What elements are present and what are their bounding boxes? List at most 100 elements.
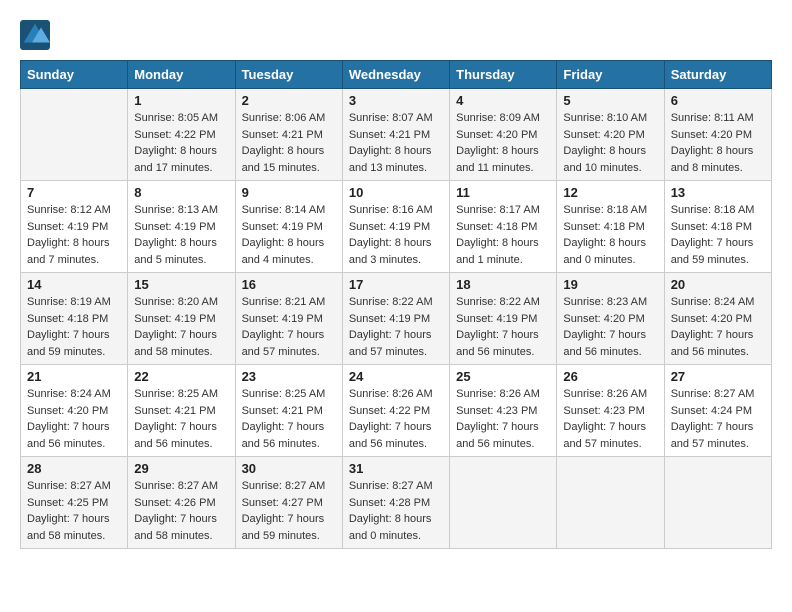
day-info: Sunrise: 8:25 AM Sunset: 4:21 PM Dayligh… <box>134 386 228 452</box>
weekday-tuesday: Tuesday <box>235 61 342 89</box>
day-number: 3 <box>349 93 443 108</box>
calendar-cell: 12 Sunrise: 8:18 AM Sunset: 4:18 PM Dayli… <box>557 181 664 273</box>
calendar-table: SundayMondayTuesdayWednesdayThursdayFrid… <box>20 60 772 549</box>
day-info: Sunrise: 8:18 AM Sunset: 4:18 PM Dayligh… <box>563 202 657 268</box>
calendar-cell: 18 Sunrise: 8:22 AM Sunset: 4:19 PM Dayli… <box>450 273 557 365</box>
calendar-cell: 28 Sunrise: 8:27 AM Sunset: 4:25 PM Dayli… <box>21 457 128 549</box>
day-number: 12 <box>563 185 657 200</box>
day-number: 24 <box>349 369 443 384</box>
day-info: Sunrise: 8:21 AM Sunset: 4:19 PM Dayligh… <box>242 294 336 360</box>
day-info: Sunrise: 8:10 AM Sunset: 4:20 PM Dayligh… <box>563 110 657 176</box>
day-number: 2 <box>242 93 336 108</box>
day-number: 6 <box>671 93 765 108</box>
calendar-cell: 5Sunrise: 8:10 AM Sunset: 4:20 PM Daylig… <box>557 89 664 181</box>
day-number: 10 <box>349 185 443 200</box>
calendar-cell: 30Sunrise: 8:27 AM Sunset: 4:27 PM Dayli… <box>235 457 342 549</box>
logo <box>20 20 54 50</box>
calendar-cell: 13 Sunrise: 8:18 AM Sunset: 4:18 PM Dayli… <box>664 181 771 273</box>
day-info: Sunrise: 8:23 AM Sunset: 4:20 PM Dayligh… <box>563 294 657 360</box>
calendar-cell: 6Sunrise: 8:11 AM Sunset: 4:20 PM Daylig… <box>664 89 771 181</box>
day-info: Sunrise: 8:07 AM Sunset: 4:21 PM Dayligh… <box>349 110 443 176</box>
day-number: 15 <box>134 277 228 292</box>
day-info: Sunrise: 8:22 AM Sunset: 4:19 PM Dayligh… <box>456 294 550 360</box>
calendar-week-row: 1 Sunrise: 8:05 AM Sunset: 4:22 PM Daylig… <box>21 89 772 181</box>
calendar-cell: 25 Sunrise: 8:26 AM Sunset: 4:23 PM Dayli… <box>450 365 557 457</box>
calendar-cell <box>21 89 128 181</box>
day-number: 11 <box>456 185 550 200</box>
day-number: 18 <box>456 277 550 292</box>
day-number: 28 <box>27 461 121 476</box>
logo-icon <box>20 20 50 50</box>
day-number: 20 <box>671 277 765 292</box>
day-number: 7 <box>27 185 121 200</box>
day-info: Sunrise: 8:06 AM Sunset: 4:21 PM Dayligh… <box>242 110 336 176</box>
day-info: Sunrise: 8:05 AM Sunset: 4:22 PM Dayligh… <box>134 110 228 176</box>
calendar-cell: 17 Sunrise: 8:22 AM Sunset: 4:19 PM Dayli… <box>342 273 449 365</box>
day-number: 4 <box>456 93 550 108</box>
calendar-cell: 21Sunrise: 8:24 AM Sunset: 4:20 PM Dayli… <box>21 365 128 457</box>
weekday-sunday: Sunday <box>21 61 128 89</box>
calendar-cell: 29Sunrise: 8:27 AM Sunset: 4:26 PM Dayli… <box>128 457 235 549</box>
calendar-cell <box>557 457 664 549</box>
day-info: Sunrise: 8:16 AM Sunset: 4:19 PM Dayligh… <box>349 202 443 268</box>
day-info: Sunrise: 8:26 AM Sunset: 4:22 PM Dayligh… <box>349 386 443 452</box>
day-info: Sunrise: 8:13 AM Sunset: 4:19 PM Dayligh… <box>134 202 228 268</box>
calendar-cell: 27Sunrise: 8:27 AM Sunset: 4:24 PM Dayli… <box>664 365 771 457</box>
day-info: Sunrise: 8:18 AM Sunset: 4:18 PM Dayligh… <box>671 202 765 268</box>
day-number: 14 <box>27 277 121 292</box>
day-number: 31 <box>349 461 443 476</box>
day-info: Sunrise: 8:14 AM Sunset: 4:19 PM Dayligh… <box>242 202 336 268</box>
day-number: 19 <box>563 277 657 292</box>
calendar-cell: 19 Sunrise: 8:23 AM Sunset: 4:20 PM Dayli… <box>557 273 664 365</box>
weekday-friday: Friday <box>557 61 664 89</box>
calendar-cell: 16Sunrise: 8:21 AM Sunset: 4:19 PM Dayli… <box>235 273 342 365</box>
calendar-cell: 4 Sunrise: 8:09 AM Sunset: 4:20 PM Daylig… <box>450 89 557 181</box>
day-info: Sunrise: 8:22 AM Sunset: 4:19 PM Dayligh… <box>349 294 443 360</box>
calendar-cell <box>450 457 557 549</box>
day-info: Sunrise: 8:12 AM Sunset: 4:19 PM Dayligh… <box>27 202 121 268</box>
calendar-cell: 31 Sunrise: 8:27 AM Sunset: 4:28 PM Dayli… <box>342 457 449 549</box>
weekday-header-row: SundayMondayTuesdayWednesdayThursdayFrid… <box>21 61 772 89</box>
day-info: Sunrise: 8:25 AM Sunset: 4:21 PM Dayligh… <box>242 386 336 452</box>
calendar-week-row: 14Sunrise: 8:19 AM Sunset: 4:18 PM Dayli… <box>21 273 772 365</box>
day-number: 26 <box>563 369 657 384</box>
calendar-cell: 24 Sunrise: 8:26 AM Sunset: 4:22 PM Dayli… <box>342 365 449 457</box>
day-number: 30 <box>242 461 336 476</box>
weekday-monday: Monday <box>128 61 235 89</box>
day-info: Sunrise: 8:17 AM Sunset: 4:18 PM Dayligh… <box>456 202 550 268</box>
day-info: Sunrise: 8:27 AM Sunset: 4:24 PM Dayligh… <box>671 386 765 452</box>
calendar-cell: 20 Sunrise: 8:24 AM Sunset: 4:20 PM Dayli… <box>664 273 771 365</box>
calendar-week-row: 28 Sunrise: 8:27 AM Sunset: 4:25 PM Dayli… <box>21 457 772 549</box>
page-header <box>20 20 772 50</box>
day-number: 1 <box>134 93 228 108</box>
day-info: Sunrise: 8:26 AM Sunset: 4:23 PM Dayligh… <box>456 386 550 452</box>
calendar-cell: 2 Sunrise: 8:06 AM Sunset: 4:21 PM Daylig… <box>235 89 342 181</box>
calendar-cell: 8Sunrise: 8:13 AM Sunset: 4:19 PM Daylig… <box>128 181 235 273</box>
calendar-cell: 7 Sunrise: 8:12 AM Sunset: 4:19 PM Daylig… <box>21 181 128 273</box>
day-info: Sunrise: 8:26 AM Sunset: 4:23 PM Dayligh… <box>563 386 657 452</box>
day-info: Sunrise: 8:27 AM Sunset: 4:25 PM Dayligh… <box>27 478 121 544</box>
calendar-cell <box>664 457 771 549</box>
weekday-thursday: Thursday <box>450 61 557 89</box>
calendar-cell: 9Sunrise: 8:14 AM Sunset: 4:19 PM Daylig… <box>235 181 342 273</box>
day-number: 25 <box>456 369 550 384</box>
day-number: 23 <box>242 369 336 384</box>
day-number: 13 <box>671 185 765 200</box>
weekday-saturday: Saturday <box>664 61 771 89</box>
day-number: 22 <box>134 369 228 384</box>
calendar-cell: 3 Sunrise: 8:07 AM Sunset: 4:21 PM Daylig… <box>342 89 449 181</box>
calendar-cell: 10 Sunrise: 8:16 AM Sunset: 4:19 PM Dayli… <box>342 181 449 273</box>
calendar-cell: 23 Sunrise: 8:25 AM Sunset: 4:21 PM Dayli… <box>235 365 342 457</box>
day-info: Sunrise: 8:24 AM Sunset: 4:20 PM Dayligh… <box>27 386 121 452</box>
day-number: 17 <box>349 277 443 292</box>
day-number: 29 <box>134 461 228 476</box>
calendar-cell: 22 Sunrise: 8:25 AM Sunset: 4:21 PM Dayli… <box>128 365 235 457</box>
calendar-week-row: 21Sunrise: 8:24 AM Sunset: 4:20 PM Dayli… <box>21 365 772 457</box>
calendar-cell: 1 Sunrise: 8:05 AM Sunset: 4:22 PM Daylig… <box>128 89 235 181</box>
calendar-week-row: 7 Sunrise: 8:12 AM Sunset: 4:19 PM Daylig… <box>21 181 772 273</box>
weekday-wednesday: Wednesday <box>342 61 449 89</box>
day-info: Sunrise: 8:09 AM Sunset: 4:20 PM Dayligh… <box>456 110 550 176</box>
day-info: Sunrise: 8:27 AM Sunset: 4:28 PM Dayligh… <box>349 478 443 544</box>
day-info: Sunrise: 8:24 AM Sunset: 4:20 PM Dayligh… <box>671 294 765 360</box>
calendar-cell: 14Sunrise: 8:19 AM Sunset: 4:18 PM Dayli… <box>21 273 128 365</box>
